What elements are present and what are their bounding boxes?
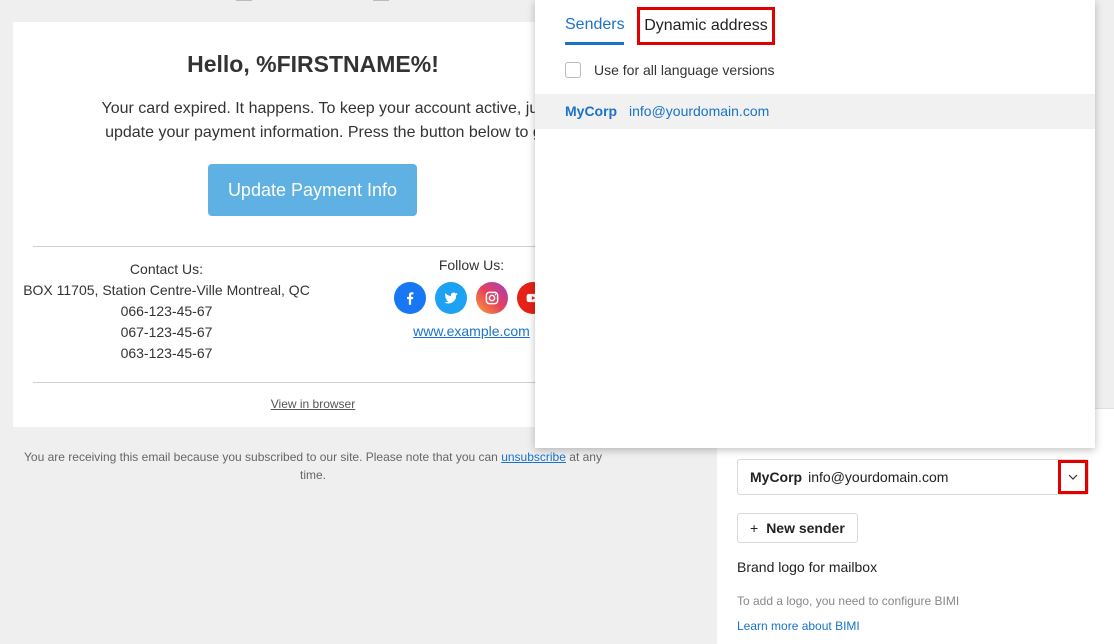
sender-name: MyCorp [750,469,803,485]
learn-more-bimi-link[interactable]: Learn more about BIMI [737,619,860,633]
brand-logo-label: Brand logo for mailbox [737,559,878,575]
sender-dropdown-toggle[interactable] [1058,460,1088,494]
footer-text: time. [299,468,326,482]
sender-dropdown-popup: Senders Dynamic address Use for all lang… [535,0,1095,448]
divider [33,246,613,247]
divider [33,382,613,383]
plus-icon: + [750,520,759,536]
option-email: info@yourdomain.com [629,103,770,119]
sender-email: info@yourdomain.com [808,469,949,485]
tab-senders[interactable]: Senders [565,16,625,34]
bimi-hint: To add a logo, you need to configure BIM… [737,594,960,608]
contact-phone: 067-123-45-67 [120,324,213,340]
scroll-mark [373,0,389,1]
unsubscribe-link[interactable]: unsubscribe [501,450,566,464]
tab-dynamic-address[interactable]: Dynamic address [637,7,775,45]
twitter-icon[interactable] [435,282,467,314]
contact-address: BOX 11705, Station Centre-Ville Montreal… [23,282,310,298]
active-tab-indicator [565,42,624,45]
contact-phone: 066-123-45-67 [120,303,213,319]
footer-note: You are receiving this email because you… [13,448,613,484]
scroll-mark [236,0,252,1]
language-versions-checkbox[interactable] [565,62,581,78]
contact-phone: 063-123-45-67 [120,345,213,361]
checkbox-label: Use for all language versions [594,62,775,78]
facebook-icon[interactable] [394,282,426,314]
chevron-down-icon [1068,474,1078,480]
option-name: MyCorp [565,103,618,119]
sender-option[interactable]: MyCorp info@yourdomain.com [535,94,1095,129]
email-title: Hello, %FIRSTNAME%! [187,51,439,77]
app-root: Hello, %FIRSTNAME%! Your card expired. I… [0,0,1114,644]
instagram-icon[interactable] [476,282,508,314]
email-preview: Hello, %FIRSTNAME%! Your card expired. I… [13,22,613,427]
update-payment-button[interactable]: Update Payment Info [208,164,417,216]
footer-text: You are receiving this email because you… [24,450,498,464]
contact-section: Contact Us: BOX 11705, Station Centre-Vi… [13,259,320,364]
footer-text: at any [569,450,602,464]
language-versions-option[interactable]: Use for all language versions [565,62,775,78]
sender-select[interactable]: MyCorp info@yourdomain.com [737,459,1089,495]
new-sender-label: New sender [766,520,845,536]
view-in-browser-link[interactable]: View in browser [13,397,613,411]
new-sender-button[interactable]: + New sender [737,513,858,543]
contact-heading: Contact Us: [129,261,204,277]
